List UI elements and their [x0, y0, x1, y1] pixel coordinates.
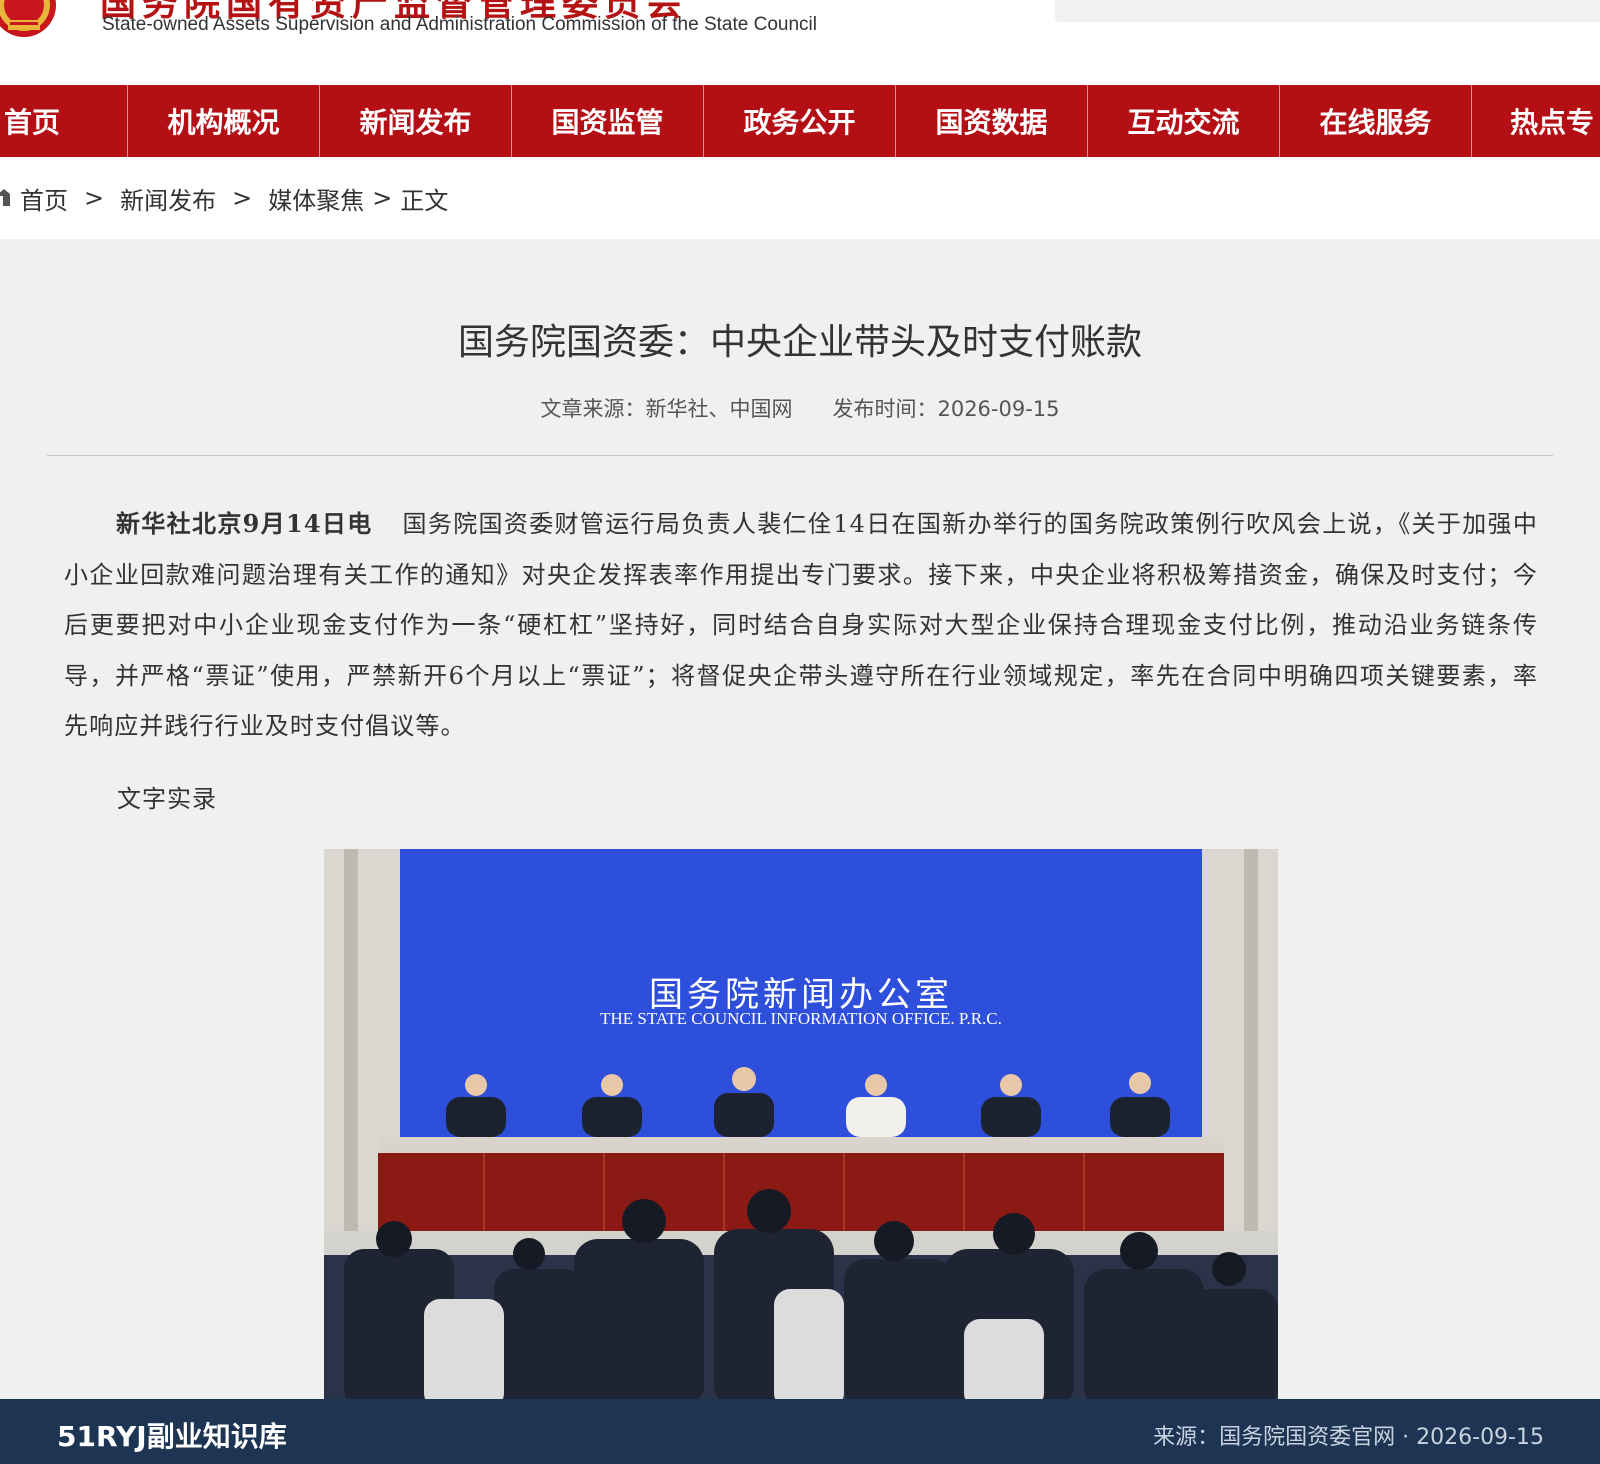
photo-illustration: [324, 849, 1278, 1399]
site-header: 国务院国有资产监督管理委员会 State-owned Assets Superv…: [0, 0, 1600, 85]
nav-item-data[interactable]: 国资数据: [896, 85, 1088, 157]
nav-item-online-service[interactable]: 在线服务: [1280, 85, 1472, 157]
article-paragraph: 新华社北京9月14日电 国务院国资委财管运行局负责人裴仁佺14日在国新办举行的国务…: [64, 499, 1538, 752]
nav-item-government-affairs[interactable]: 政务公开: [704, 85, 896, 157]
breadcrumb-separator: >: [84, 184, 105, 212]
national-emblem-logo[interactable]: [0, 0, 62, 38]
breadcrumb-home[interactable]: 首页: [20, 181, 68, 216]
site-title-en: State-owned Assets Supervision and Admin…: [102, 14, 817, 35]
title-divider: [47, 455, 1553, 456]
article-date: 发布时间：2026-09-15: [832, 397, 1060, 421]
article-subhead: 文字实录: [117, 785, 217, 813]
article-dateline: 新华社北京9月14日电: [116, 509, 373, 538]
nav-item-organization[interactable]: 机构概况: [128, 85, 320, 157]
main-nav: 首页 机构概况 新闻发布 国资监管 政务公开 国资数据 互动交流 在线服务 热点…: [0, 85, 1600, 157]
breadcrumb-separator: >: [232, 184, 253, 212]
nav-item-news[interactable]: 新闻发布: [320, 85, 512, 157]
breadcrumb-current: 正文: [400, 186, 449, 215]
search-input[interactable]: [1055, 0, 1600, 22]
nav-item-interaction[interactable]: 互动交流: [1088, 85, 1280, 157]
article-meta: 文章来源：新华社、中国网 发布时间：2026-09-15: [0, 393, 1600, 423]
breadcrumb-news[interactable]: 新闻发布: [120, 181, 216, 216]
press-conference-photo: 国务院新闻办公室 THE STATE COUNCIL INFORMATION O…: [324, 849, 1278, 1399]
article-container: 国务院国资委：中央企业带头及时支付账款 文章来源：新华社、中国网 发布时间：202…: [0, 239, 1600, 1399]
footer-brand: 51RYJ副业知识库: [57, 1420, 287, 1453]
breadcrumb-media-focus[interactable]: 媒体聚焦: [268, 181, 364, 216]
article-title: 国务院国资委：中央企业带头及时支付账款: [457, 322, 1142, 363]
footer-source: 来源：国务院国资委官网 · 2026-09-15: [1153, 1425, 1544, 1450]
breadcrumb-separator: >: [372, 184, 393, 212]
footer-bar: 51RYJ副业知识库 来源：国务院国资委官网 · 2026-09-15: [0, 1399, 1600, 1464]
nav-item-supervision[interactable]: 国资监管: [512, 85, 704, 157]
search-icon[interactable]: [1559, 0, 1585, 2]
breadcrumb: 首页 > 新闻发布 > 媒体聚焦 > 正文: [0, 157, 1600, 239]
article-source: 文章来源：新华社、中国网: [540, 397, 793, 421]
home-icon: [0, 189, 10, 206]
article-body-text: 国务院国资委财管运行局负责人裴仁佺14日在国新办举行的国务院政策例行吹风会上说，…: [64, 510, 1538, 740]
nav-item-hot-topics[interactable]: 热点专: [1472, 85, 1600, 157]
nav-item-home[interactable]: 首页: [0, 85, 128, 157]
photo-backdrop-en: THE STATE COUNCIL INFORMATION OFFICE. P.…: [600, 1009, 1002, 1028]
